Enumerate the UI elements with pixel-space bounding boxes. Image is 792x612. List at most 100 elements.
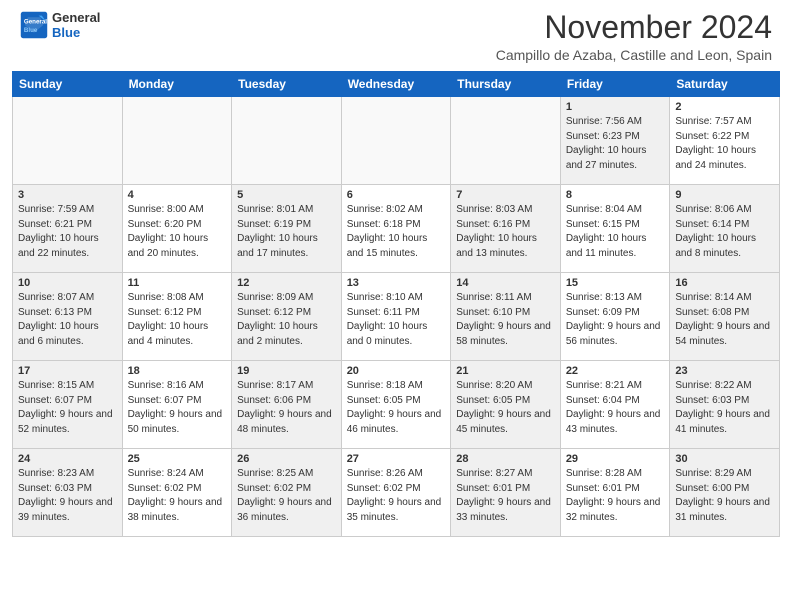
day-number: 1 [566, 101, 665, 113]
day-info: Sunrise: 8:04 AMSunset: 6:15 PMDaylight:… [566, 203, 665, 261]
day-info: Sunrise: 8:02 AMSunset: 6:18 PMDaylight:… [347, 203, 446, 261]
day-header-thursday: Thursday [451, 72, 561, 97]
day-number: 9 [675, 189, 774, 201]
week-row-5: 24Sunrise: 8:23 AMSunset: 6:03 PMDayligh… [13, 449, 780, 537]
svg-text:Blue: Blue [24, 27, 38, 34]
day-cell-4: 4Sunrise: 8:00 AMSunset: 6:20 PMDaylight… [122, 185, 232, 273]
calendar: SundayMondayTuesdayWednesdayThursdayFrid… [0, 67, 792, 545]
day-cell-30: 30 Sunrise: 8:29 AMSunset: 6:00 PMDayligh… [670, 449, 780, 537]
week-row-4: 17 Sunrise: 8:15 AMSunset: 6:07 PMDayligh… [13, 361, 780, 449]
day-info: Sunrise: 8:08 AMSunset: 6:12 PMDaylight:… [128, 291, 227, 349]
day-cell-21: 21 Sunrise: 8:20 AMSunset: 6:05 PMDayligh… [451, 361, 561, 449]
day-cell-19: 19Sunrise: 8:17 AMSunset: 6:06 PMDayligh… [232, 361, 342, 449]
day-info: Sunrise: 8:10 AMSunset: 6:11 PMDaylight:… [347, 291, 446, 349]
day-cell-11: 11Sunrise: 8:08 AMSunset: 6:12 PMDayligh… [122, 273, 232, 361]
day-cell-13: 13 Sunrise: 8:10 AMSunset: 6:11 PMDayligh… [341, 273, 451, 361]
day-cell-14: 14 Sunrise: 8:11 AMSunset: 6:10 PMDayligh… [451, 273, 561, 361]
day-number: 19 [237, 365, 336, 377]
day-info: Sunrise: 8:24 AMSunset: 6:02 PMDaylight:… [128, 467, 227, 525]
day-number: 18 [128, 365, 227, 377]
location-title: Campillo de Azaba, Castille and Leon, Sp… [496, 47, 772, 63]
day-cell-10: 10 Sunrise: 8:07 AMSunset: 6:13 PMDayligh… [13, 273, 123, 361]
day-number: 12 [237, 277, 336, 289]
day-number: 22 [566, 365, 665, 377]
day-info: Sunrise: 8:27 AMSunset: 6:01 PMDaylight:… [456, 467, 555, 525]
day-info: Sunrise: 8:20 AMSunset: 6:05 PMDaylight:… [456, 379, 555, 437]
day-header-friday: Friday [560, 72, 670, 97]
day-number: 15 [566, 277, 665, 289]
day-number: 3 [18, 189, 117, 201]
day-header-monday: Monday [122, 72, 232, 97]
week-row-2: 3 Sunrise: 7:59 AMSunset: 6:21 PMDaylight… [13, 185, 780, 273]
day-number: 23 [675, 365, 774, 377]
day-header-saturday: Saturday [670, 72, 780, 97]
day-info: Sunrise: 8:14 AMSunset: 6:08 PMDaylight:… [675, 291, 774, 349]
week-row-3: 10 Sunrise: 8:07 AMSunset: 6:13 PMDayligh… [13, 273, 780, 361]
day-info: Sunrise: 8:18 AMSunset: 6:05 PMDaylight:… [347, 379, 446, 437]
day-number: 10 [18, 277, 117, 289]
day-cell-20: 20 Sunrise: 8:18 AMSunset: 6:05 PMDayligh… [341, 361, 451, 449]
day-number: 29 [566, 453, 665, 465]
day-cell-24: 24Sunrise: 8:23 AMSunset: 6:03 PMDayligh… [13, 449, 123, 537]
day-cell-empty [451, 97, 561, 185]
day-info: Sunrise: 8:07 AMSunset: 6:13 PMDaylight:… [18, 291, 117, 349]
day-cell-29: 29 Sunrise: 8:28 AMSunset: 6:01 PMDayligh… [560, 449, 670, 537]
day-info: Sunrise: 7:56 AMSunset: 6:23 PMDaylight:… [566, 115, 665, 173]
day-header-wednesday: Wednesday [341, 72, 451, 97]
day-number: 27 [347, 453, 446, 465]
day-cell-8: 8Sunrise: 8:04 AMSunset: 6:15 PMDaylight… [560, 185, 670, 273]
day-number: 16 [675, 277, 774, 289]
day-info: Sunrise: 8:22 AMSunset: 6:03 PMDaylight:… [675, 379, 774, 437]
day-number: 4 [128, 189, 227, 201]
day-info: Sunrise: 8:26 AMSunset: 6:02 PMDaylight:… [347, 467, 446, 525]
day-cell-empty [232, 97, 342, 185]
week-row-1: 1 Sunrise: 7:56 AMSunset: 6:23 PMDaylight… [13, 97, 780, 185]
day-cell-7: 7Sunrise: 8:03 AMSunset: 6:16 PMDaylight… [451, 185, 561, 273]
day-info: Sunrise: 8:28 AMSunset: 6:01 PMDaylight:… [566, 467, 665, 525]
day-info: Sunrise: 8:29 AMSunset: 6:00 PMDaylight:… [675, 467, 774, 525]
day-info: Sunrise: 8:15 AMSunset: 6:07 PMDaylight:… [18, 379, 117, 437]
day-info: Sunrise: 8:09 AMSunset: 6:12 PMDaylight:… [237, 291, 336, 349]
day-number: 14 [456, 277, 555, 289]
day-info: Sunrise: 7:59 AMSunset: 6:21 PMDaylight:… [18, 203, 117, 261]
day-number: 25 [128, 453, 227, 465]
page-header: General Blue General Blue November 2024 … [0, 0, 792, 67]
day-header-tuesday: Tuesday [232, 72, 342, 97]
logo-text: General Blue [52, 10, 100, 40]
day-cell-23: 23 Sunrise: 8:22 AMSunset: 6:03 PMDayligh… [670, 361, 780, 449]
day-info: Sunrise: 8:16 AMSunset: 6:07 PMDaylight:… [128, 379, 227, 437]
day-cell-22: 22Sunrise: 8:21 AMSunset: 6:04 PMDayligh… [560, 361, 670, 449]
month-title: November 2024 [496, 10, 772, 45]
day-cell-15: 15Sunrise: 8:13 AMSunset: 6:09 PMDayligh… [560, 273, 670, 361]
day-number: 13 [347, 277, 446, 289]
day-cell-18: 18 Sunrise: 8:16 AMSunset: 6:07 PMDayligh… [122, 361, 232, 449]
day-info: Sunrise: 8:06 AMSunset: 6:14 PMDaylight:… [675, 203, 774, 261]
day-cell-2: 2 Sunrise: 7:57 AMSunset: 6:22 PMDaylight… [670, 97, 780, 185]
day-cell-5: 5Sunrise: 8:01 AMSunset: 6:19 PMDaylight… [232, 185, 342, 273]
day-number: 5 [237, 189, 336, 201]
header-row: SundayMondayTuesdayWednesdayThursdayFrid… [13, 72, 780, 97]
day-number: 30 [675, 453, 774, 465]
day-cell-6: 6Sunrise: 8:02 AMSunset: 6:18 PMDaylight… [341, 185, 451, 273]
day-cell-25: 25 Sunrise: 8:24 AMSunset: 6:02 PMDayligh… [122, 449, 232, 537]
day-number: 20 [347, 365, 446, 377]
logo: General Blue General Blue [20, 10, 100, 40]
day-number: 7 [456, 189, 555, 201]
day-cell-empty [13, 97, 123, 185]
day-number: 2 [675, 101, 774, 113]
day-info: Sunrise: 7:57 AMSunset: 6:22 PMDaylight:… [675, 115, 774, 173]
day-cell-3: 3 Sunrise: 7:59 AMSunset: 6:21 PMDaylight… [13, 185, 123, 273]
day-header-sunday: Sunday [13, 72, 123, 97]
day-cell-empty [122, 97, 232, 185]
day-cell-1: 1 Sunrise: 7:56 AMSunset: 6:23 PMDaylight… [560, 97, 670, 185]
day-cell-12: 12 Sunrise: 8:09 AMSunset: 6:12 PMDayligh… [232, 273, 342, 361]
day-cell-16: 16 Sunrise: 8:14 AMSunset: 6:08 PMDayligh… [670, 273, 780, 361]
day-number: 17 [18, 365, 117, 377]
day-cell-28: 28Sunrise: 8:27 AMSunset: 6:01 PMDayligh… [451, 449, 561, 537]
day-number: 21 [456, 365, 555, 377]
day-cell-9: 9 Sunrise: 8:06 AMSunset: 6:14 PMDaylight… [670, 185, 780, 273]
day-number: 26 [237, 453, 336, 465]
day-info: Sunrise: 8:23 AMSunset: 6:03 PMDaylight:… [18, 467, 117, 525]
day-info: Sunrise: 8:11 AMSunset: 6:10 PMDaylight:… [456, 291, 555, 349]
day-info: Sunrise: 8:25 AMSunset: 6:02 PMDaylight:… [237, 467, 336, 525]
